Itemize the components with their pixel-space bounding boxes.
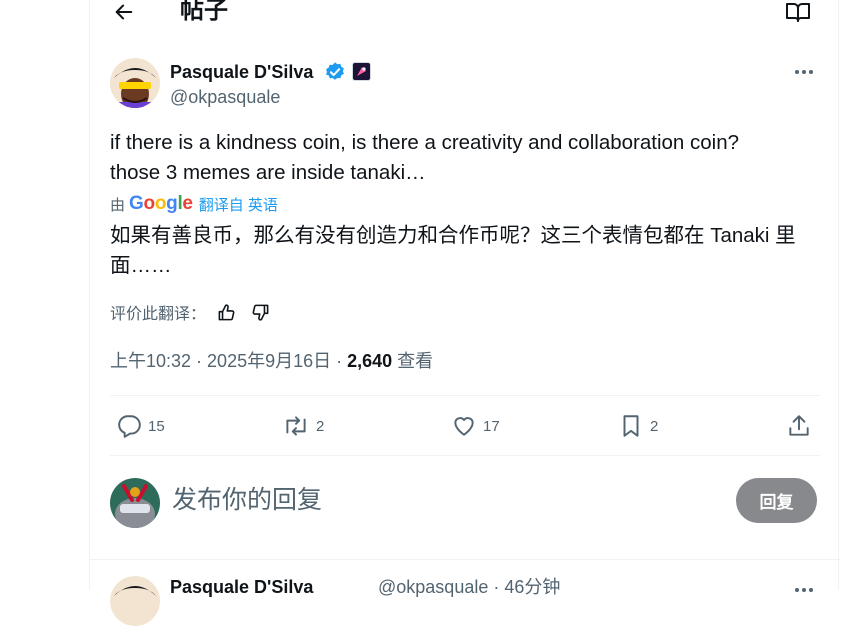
post-text: if there is a kindness coin, is there a …: [110, 131, 740, 184]
translated-by-prefix: 由: [110, 196, 126, 214]
bookmark-action[interactable]: 2: [618, 412, 658, 440]
translated-from-link[interactable]: 翻译自 英语: [199, 194, 278, 215]
views-count: 2,640: [347, 351, 393, 371]
more-dots-icon: [795, 70, 813, 74]
thumbs-down-icon: [252, 304, 268, 321]
page-header: 帖子: [90, 0, 840, 28]
post-date[interactable]: 2025年9月16日: [207, 351, 331, 371]
arrow-left-icon: [115, 4, 133, 20]
reply-action[interactable]: 15: [116, 412, 165, 440]
repost-icon: [286, 416, 306, 436]
avatar-illustration: [110, 478, 160, 528]
share-upload-icon: [789, 415, 809, 436]
back-button[interactable]: [110, 0, 138, 24]
reply-bubble-icon: [118, 415, 141, 438]
divider: [110, 395, 820, 396]
author-handle[interactable]: @okpasquale: [170, 86, 280, 108]
post-metadata: 上午10:32 · 2025年9月16日 · 2,640 查看: [110, 349, 433, 373]
rate-translation-label: 评价此翻译：: [110, 306, 207, 323]
reader-mode-button[interactable]: [784, 0, 812, 24]
reply-more-options-button[interactable]: [792, 578, 816, 602]
reply-input[interactable]: 发布你的回复: [172, 482, 322, 518]
thumbs-up-button[interactable]: [212, 300, 240, 324]
like-count: 17: [483, 417, 500, 435]
google-logo: Google: [129, 193, 193, 214]
page-title: 帖子: [180, 0, 228, 24]
more-options-button[interactable]: [792, 60, 816, 84]
reply-author-name[interactable]: Pasquale D'Silva: [170, 576, 313, 598]
thumbs-down-button[interactable]: [246, 300, 274, 324]
like-action[interactable]: 17: [451, 412, 500, 440]
more-dots-icon: [795, 588, 813, 592]
post-time[interactable]: 上午10:32: [110, 351, 191, 371]
reply-count: 15: [148, 417, 165, 435]
repost-count: 2: [316, 417, 325, 435]
bookmark-icon: [623, 415, 639, 437]
reply-author-handle-time[interactable]: @okpasquale · 46分钟: [378, 576, 560, 598]
author-avatar[interactable]: [110, 58, 160, 108]
avatar-illustration: [110, 58, 160, 108]
reply-button[interactable]: 回复: [736, 478, 817, 523]
divider: [90, 559, 840, 560]
author-name[interactable]: Pasquale D'Silva: [170, 61, 313, 83]
current-user-avatar[interactable]: [110, 478, 160, 528]
reply-author-avatar[interactable]: [110, 576, 160, 626]
post-detail-column: 帖子 Pasquale D'Silva @okpasquale if there…: [89, 0, 840, 626]
heart-icon: [454, 417, 474, 436]
translated-text: 如果有善良币，那么有没有创造力和合作币呢？这三个表情包都在 Tanaki 里面……: [110, 224, 796, 277]
views-label: 查看: [392, 351, 434, 371]
rate-translation-row: 评价此翻译：: [110, 300, 274, 324]
repost-action[interactable]: 2: [282, 412, 324, 440]
meta-separator: ·: [331, 351, 348, 371]
thumbs-up-icon: [218, 303, 234, 320]
share-action[interactable]: [786, 412, 818, 440]
avatar-illustration: [110, 576, 160, 626]
verified-badge-icon: [326, 62, 344, 80]
affiliate-badge-icon[interactable]: [352, 62, 371, 81]
translation-attribution: 由 Google 翻译自 英语: [110, 192, 278, 216]
open-book-icon: [786, 3, 810, 22]
bookmark-count: 2: [650, 417, 659, 435]
meta-separator: ·: [191, 351, 208, 371]
divider: [110, 455, 820, 456]
